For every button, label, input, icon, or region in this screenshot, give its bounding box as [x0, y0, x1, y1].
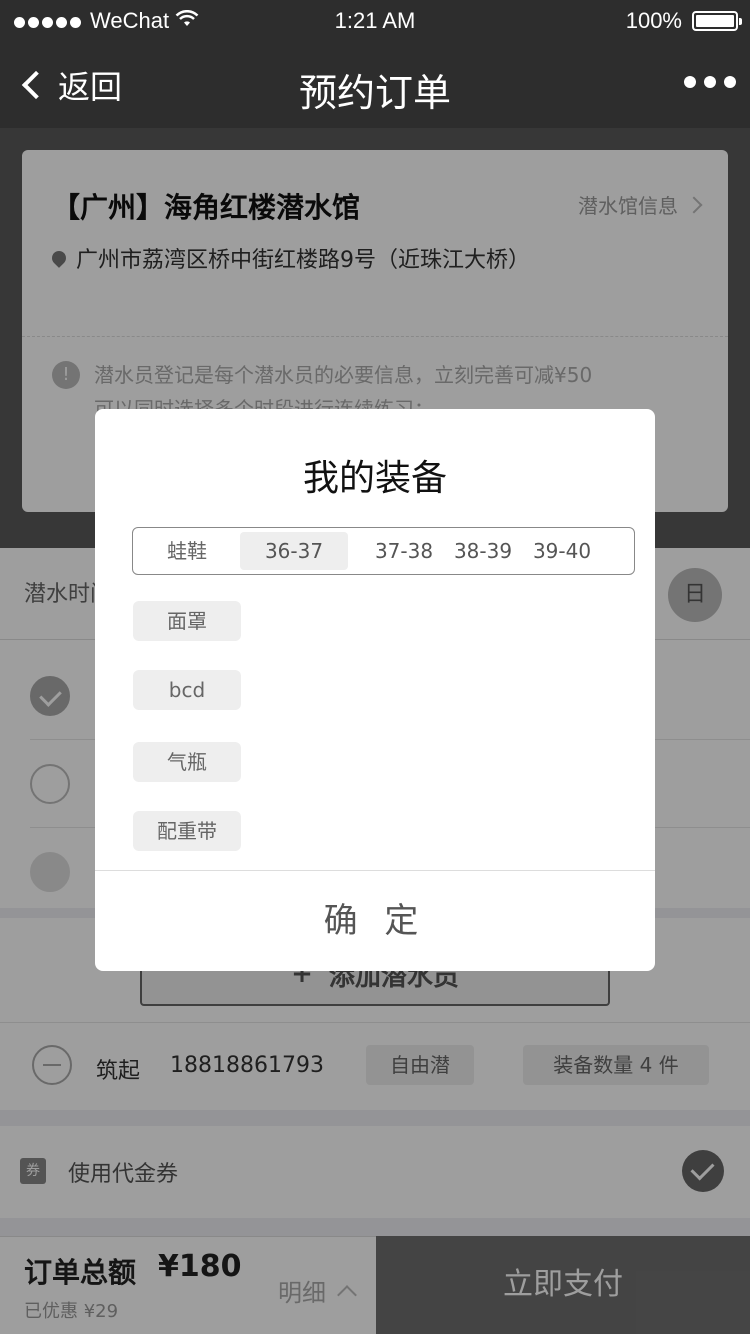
- equipment-item-tank[interactable]: 气瓶: [133, 742, 241, 782]
- modal-title: 我的装备: [302, 458, 447, 499]
- equipment-item-bcd[interactable]: bcd: [133, 670, 241, 710]
- equipment-item-weight-belt[interactable]: 配重带: [133, 811, 241, 851]
- fin-size-option[interactable]: 39-40: [522, 532, 602, 570]
- status-bar: WeChat 1:21 AM 100%: [0, 0, 750, 40]
- nav-bar: 返回 预约订单: [0, 40, 750, 128]
- fins-label: 蛙鞋: [167, 539, 207, 563]
- battery-percent: 100%: [625, 8, 682, 33]
- fins-size-selector: 蛙鞋 36-37 37-38 38-39 39-40: [132, 527, 635, 575]
- battery-icon: [692, 11, 742, 31]
- confirm-button[interactable]: 确 定: [95, 871, 655, 971]
- page-title: 预约订单: [298, 71, 451, 115]
- equipment-modal: 我的装备 蛙鞋 36-37 37-38 38-39 39-40 面罩 bcd 气…: [95, 409, 655, 971]
- equipment-item-mask[interactable]: 面罩: [133, 601, 241, 641]
- more-options-icon[interactable]: [684, 76, 736, 88]
- fin-size-option[interactable]: 38-39: [443, 532, 523, 570]
- fin-size-option[interactable]: 37-38: [364, 532, 444, 570]
- fin-size-option-selected[interactable]: 36-37: [240, 532, 348, 570]
